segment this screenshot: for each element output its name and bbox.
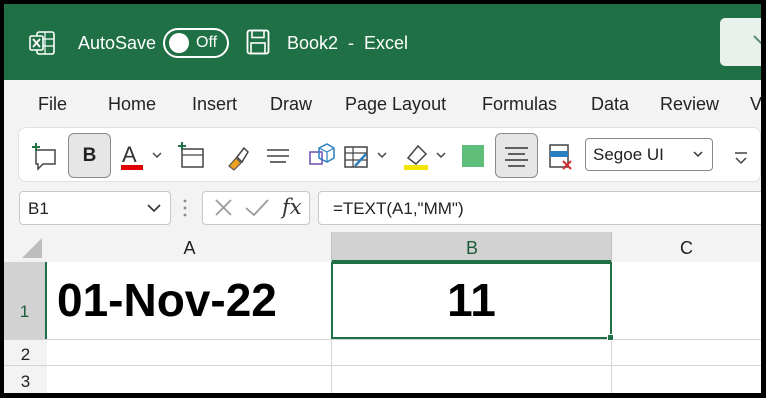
tab-home[interactable]: Home [108, 94, 156, 115]
fill-color-swatch-icon [462, 145, 484, 167]
document-title: Book2 - Excel [287, 33, 409, 53]
format-table-icon [344, 146, 387, 168]
cancel-icon[interactable] [211, 192, 237, 224]
search-icon [753, 35, 761, 45]
delete-cells-button[interactable] [547, 138, 575, 174]
ribbon-tabs: File Home Insert Draw Page Layout Formul… [4, 80, 761, 124]
excel-window: AutoSave Off Book2 - Excel File Home Ins… [4, 4, 761, 393]
bold-button[interactable]: B [68, 133, 111, 178]
align-middle-button[interactable] [263, 138, 293, 174]
format-painter-button[interactable] [220, 138, 250, 174]
shapes-button[interactable] [307, 138, 337, 174]
shapes-icon [309, 143, 335, 165]
name-box-value: B1 [28, 199, 49, 218]
fill-color-button[interactable] [461, 138, 485, 174]
save-icon[interactable] [246, 29, 270, 55]
column-header-a[interactable]: A [47, 232, 332, 262]
font-color-icon: A [121, 142, 162, 170]
tab-draw[interactable]: Draw [270, 94, 312, 115]
align-middle-icon [267, 149, 289, 163]
excel-logo-icon [29, 31, 55, 55]
font-color-button[interactable]: A [119, 138, 165, 174]
highlight-icon [404, 144, 446, 170]
more-options-button[interactable] [731, 138, 751, 174]
fill-handle[interactable] [607, 334, 614, 341]
title-bar: AutoSave Off Book2 - Excel [4, 4, 761, 80]
overflow-chevron-icon [735, 152, 747, 165]
name-box[interactable]: B1 [19, 191, 171, 225]
enter-check-icon[interactable] [243, 192, 271, 224]
highlight-color-button[interactable] [402, 138, 448, 174]
quick-toolbar: B A Segoe UI [18, 127, 761, 182]
row-gridline [47, 339, 761, 340]
row-header-3[interactable]: 3 [4, 365, 47, 393]
insert-table-button[interactable] [176, 138, 206, 174]
cell-b1-selected[interactable]: 11 [331, 262, 612, 339]
row-header-2[interactable]: 2 [4, 339, 47, 365]
row-gridline [47, 365, 761, 366]
font-name-select[interactable]: Segoe UI [585, 138, 713, 171]
delete-cells-icon [549, 144, 572, 170]
autosave-toggle[interactable]: Off [163, 28, 229, 58]
format-painter-icon [228, 146, 249, 171]
toggle-knob [169, 33, 189, 53]
formula-buttons: fx [202, 191, 310, 225]
format-table-button[interactable] [342, 138, 388, 174]
autosave-state: Off [196, 34, 218, 51]
column-header-c[interactable]: C [612, 232, 761, 262]
new-comment-icon [32, 143, 56, 171]
center-align-icon [505, 147, 528, 167]
cell-a1[interactable]: 01-Nov-22 [47, 262, 332, 339]
autosave-label: AutoSave [78, 33, 157, 53]
tab-review[interactable]: Review [660, 94, 719, 115]
tab-page-layout[interactable]: Page Layout [345, 94, 446, 115]
insert-table-icon [178, 142, 204, 168]
corner-triangle-icon [22, 238, 42, 258]
new-comment-button[interactable] [31, 138, 59, 174]
svg-text:A: A [122, 142, 137, 167]
chevron-down-icon [693, 151, 703, 158]
tab-data[interactable]: Data [591, 94, 629, 115]
toolbar-area: B A Segoe UI [4, 124, 761, 185]
drag-handle-icon[interactable] [182, 195, 188, 221]
select-all-corner[interactable] [4, 232, 47, 262]
tab-view[interactable]: V [750, 94, 761, 115]
center-align-button[interactable] [495, 133, 538, 178]
column-divider [611, 232, 612, 262]
row-header-1[interactable]: 1 [4, 262, 47, 339]
formula-input[interactable]: =TEXT(A1,"MM") [318, 191, 761, 225]
tab-formulas[interactable]: Formulas [482, 94, 557, 115]
chevron-down-icon[interactable] [146, 202, 162, 214]
insert-function-icon[interactable]: fx [282, 195, 302, 219]
formula-bar: B1 fx =TEXT(A1,"MM") [4, 185, 761, 232]
search-box[interactable] [720, 18, 761, 66]
tab-insert[interactable]: Insert [192, 94, 237, 115]
tab-file[interactable]: File [38, 94, 67, 115]
column-header-b[interactable]: B [332, 232, 612, 262]
worksheet-grid: A B C 1 2 3 01-Nov-22 11 [4, 232, 761, 393]
font-name-value: Segoe UI [593, 145, 664, 164]
column-divider [331, 232, 332, 262]
formula-text: =TEXT(A1,"MM") [333, 199, 464, 218]
